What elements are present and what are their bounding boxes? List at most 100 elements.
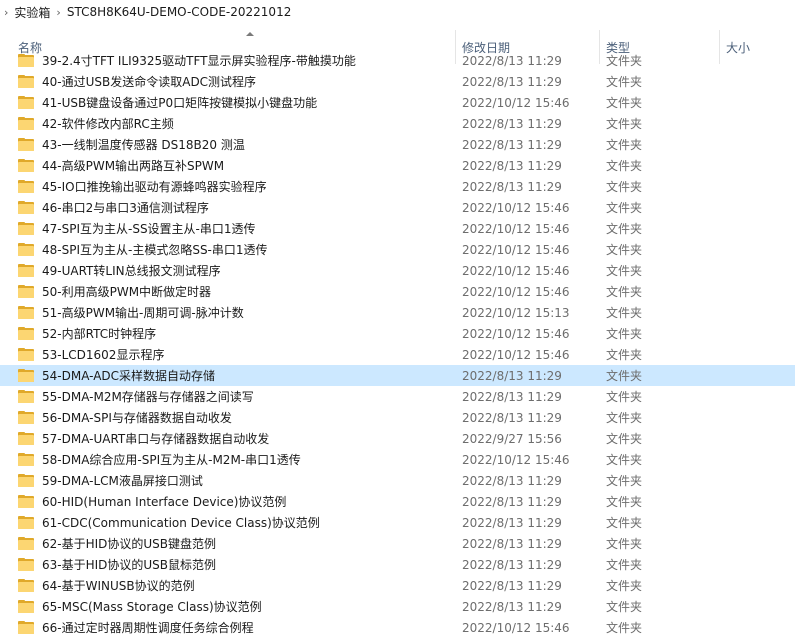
list-item-date: 2022/8/13 11:29: [462, 578, 562, 593]
list-item-name: 51-高级PWM输出-周期可调-脉冲计数: [42, 306, 244, 320]
list-item-date: 2022/8/13 11:29: [462, 389, 562, 404]
list-item-name: 46-串口2与串口3通信测试程序: [42, 201, 209, 215]
list-item-date: 2022/10/12 15:46: [462, 326, 570, 341]
list-item[interactable]: 58-DMA综合应用-SPI互为主从-M2M-串口1透传 2022/10/12 1…: [0, 449, 795, 470]
list-item[interactable]: 50-利用高级PWM中断做定时器 2022/10/12 15:46 文件夹: [0, 281, 795, 302]
list-item-type: 文件夹: [606, 348, 643, 362]
list-item[interactable]: 48-SPI互为主从-主模式忽略SS-串口1透传 2022/10/12 15:46…: [0, 239, 795, 260]
list-item[interactable]: 44-高级PWM输出两路互补SPWM 2022/8/13 11:29 文件夹: [0, 155, 795, 176]
list-item[interactable]: 39-2.4寸TFT ILI9325驱动TFT显示屏实验程序-带触摸功能 2022…: [0, 51, 795, 71]
list-item-name: 65-MSC(Mass Storage Class)协议范例: [42, 600, 262, 614]
folder-icon: [18, 117, 34, 130]
list-item-type: 文件夹: [606, 222, 643, 236]
list-item-type: 文件夹: [606, 201, 643, 215]
folder-icon: [18, 54, 34, 67]
list-item-name-cell: 41-USB键盘设备通过P0口矩阵按键模拟小键盘功能: [16, 92, 456, 113]
list-item-type: 文件夹: [606, 264, 643, 278]
list-item-type: 文件夹: [606, 537, 643, 551]
list-item[interactable]: 56-DMA-SPI与存储器数据自动收发 2022/8/13 11:29 文件夹: [0, 407, 795, 428]
list-item-type: 文件夹: [606, 558, 643, 572]
folder-icon: [18, 159, 34, 172]
list-item[interactable]: 66-通过定时器周期性调度任务综合例程 2022/10/12 15:46 文件夹: [0, 617, 795, 638]
list-item-type: 文件夹: [606, 180, 643, 194]
list-item[interactable]: 63-基于HID协议的USB鼠标范例 2022/8/13 11:29 文件夹: [0, 554, 795, 575]
list-item-name-cell: 55-DMA-M2M存储器与存储器之间读写: [16, 386, 456, 407]
folder-icon: [18, 222, 34, 235]
list-item-date: 2022/10/12 15:46: [462, 284, 570, 299]
list-item-date: 2022/10/12 15:46: [462, 620, 570, 635]
folder-icon: [18, 474, 34, 487]
folder-icon: [18, 327, 34, 340]
list-item-date: 2022/8/13 11:29: [462, 368, 562, 383]
list-item[interactable]: 65-MSC(Mass Storage Class)协议范例 2022/8/13 …: [0, 596, 795, 617]
list-item-name-cell: 54-DMA-ADC采样数据自动存储: [16, 365, 456, 386]
list-item-name-cell: 47-SPI互为主从-SS设置主从-串口1透传: [16, 218, 456, 239]
folder-icon: [18, 75, 34, 88]
breadcrumb: › 实验箱 › STC8H8K64U-DEMO-CODE-20221012: [0, 0, 795, 24]
list-item-name: 40-通过USB发送命令读取ADC测试程序: [42, 75, 257, 89]
list-item-type: 文件夹: [606, 474, 643, 488]
list-item-name-cell: 58-DMA综合应用-SPI互为主从-M2M-串口1透传: [16, 449, 456, 470]
list-item[interactable]: 40-通过USB发送命令读取ADC测试程序 2022/8/13 11:29 文件夹: [0, 71, 795, 92]
list-item-date: 2022/10/12 15:46: [462, 242, 570, 257]
list-item-date: 2022/8/13 11:29: [462, 557, 562, 572]
list-item[interactable]: 45-IO口推挽输出驱动有源蜂鸣器实验程序 2022/8/13 11:29 文件夹: [0, 176, 795, 197]
list-item[interactable]: 49-UART转LIN总线报文测试程序 2022/10/12 15:46 文件夹: [0, 260, 795, 281]
folder-icon: [18, 621, 34, 634]
list-item[interactable]: 54-DMA-ADC采样数据自动存储 2022/8/13 11:29 文件夹: [0, 365, 795, 386]
folder-icon: [18, 369, 34, 382]
folder-icon: [18, 306, 34, 319]
folder-icon: [18, 453, 34, 466]
list-item[interactable]: 43-一线制温度传感器 DS18B20 测温 2022/8/13 11:29 文件夹: [0, 134, 795, 155]
list-item-type: 文件夹: [606, 411, 643, 425]
list-item[interactable]: 64-基于WINUSB协议的范例 2022/8/13 11:29 文件夹: [0, 575, 795, 596]
list-item[interactable]: 59-DMA-LCM液晶屏接口测试 2022/8/13 11:29 文件夹: [0, 470, 795, 491]
list-item[interactable]: 53-LCD1602显示程序 2022/10/12 15:46 文件夹: [0, 344, 795, 365]
list-item-name-cell: 48-SPI互为主从-主模式忽略SS-串口1透传: [16, 239, 456, 260]
chevron-right-icon[interactable]: ›: [4, 6, 8, 19]
list-item-name: 56-DMA-SPI与存储器数据自动收发: [42, 411, 232, 425]
folder-icon: [18, 264, 34, 277]
list-item[interactable]: 52-内部RTC时钟程序 2022/10/12 15:46 文件夹: [0, 323, 795, 344]
list-item-type: 文件夹: [606, 54, 643, 68]
list-item-date: 2022/8/13 11:29: [462, 158, 562, 173]
list-item-name: 52-内部RTC时钟程序: [42, 327, 157, 341]
list-item-name: 42-软件修改内部RC主频: [42, 117, 174, 131]
list-item-date: 2022/8/13 11:29: [462, 410, 562, 425]
list-item[interactable]: 51-高级PWM输出-周期可调-脉冲计数 2022/10/12 15:13 文件夹: [0, 302, 795, 323]
folder-icon: [18, 348, 34, 361]
list-item[interactable]: 57-DMA-UART串口与存储器数据自动收发 2022/9/27 15:56 文件…: [0, 428, 795, 449]
list-item-name: 45-IO口推挽输出驱动有源蜂鸣器实验程序: [42, 180, 267, 194]
chevron-right-icon[interactable]: ›: [56, 6, 60, 19]
list-item-name: 63-基于HID协议的USB鼠标范例: [42, 558, 217, 572]
list-item-type: 文件夹: [606, 75, 643, 89]
list-item[interactable]: 55-DMA-M2M存储器与存储器之间读写 2022/8/13 11:29 文件夹: [0, 386, 795, 407]
list-item[interactable]: 47-SPI互为主从-SS设置主从-串口1透传 2022/10/12 15:46 文…: [0, 218, 795, 239]
list-item-type: 文件夹: [606, 600, 643, 614]
list-item[interactable]: 41-USB键盘设备通过P0口矩阵按键模拟小键盘功能 2022/10/12 15:…: [0, 92, 795, 113]
list-item-name: 60-HID(Human Interface Device)协议范例: [42, 495, 287, 509]
list-item[interactable]: 61-CDC(Communication Device Class)协议范例 20…: [0, 512, 795, 533]
list-item-name-cell: 61-CDC(Communication Device Class)协议范例: [16, 512, 456, 533]
breadcrumb-item-parent[interactable]: 实验箱: [14, 4, 50, 21]
list-item[interactable]: 42-软件修改内部RC主频 2022/8/13 11:29 文件夹: [0, 113, 795, 134]
list-item-name: 49-UART转LIN总线报文测试程序: [42, 264, 221, 278]
list-item-name: 54-DMA-ADC采样数据自动存储: [42, 369, 216, 383]
list-item-name: 62-基于HID协议的USB键盘范例: [42, 537, 217, 551]
list-item-name-cell: 45-IO口推挽输出驱动有源蜂鸣器实验程序: [16, 176, 456, 197]
list-item-name-cell: 64-基于WINUSB协议的范例: [16, 575, 456, 596]
breadcrumb-item-current[interactable]: STC8H8K64U-DEMO-CODE-20221012: [67, 5, 292, 19]
list-item[interactable]: 60-HID(Human Interface Device)协议范例 2022/8…: [0, 491, 795, 512]
list-item-type: 文件夹: [606, 369, 643, 383]
list-item-name-cell: 51-高级PWM输出-周期可调-脉冲计数: [16, 302, 456, 323]
list-item-date: 2022/10/12 15:46: [462, 221, 570, 236]
list-item-date: 2022/8/13 11:29: [462, 515, 562, 530]
folder-icon: [18, 96, 34, 109]
list-item-name-cell: 46-串口2与串口3通信测试程序: [16, 197, 456, 218]
list-item[interactable]: 46-串口2与串口3通信测试程序 2022/10/12 15:46 文件夹: [0, 197, 795, 218]
list-item-name-cell: 49-UART转LIN总线报文测试程序: [16, 260, 456, 281]
list-item[interactable]: 62-基于HID协议的USB键盘范例 2022/8/13 11:29 文件夹: [0, 533, 795, 554]
list-item-name-cell: 50-利用高级PWM中断做定时器: [16, 281, 456, 302]
list-item-name-cell: 62-基于HID协议的USB键盘范例: [16, 533, 456, 554]
list-item-type: 文件夹: [606, 96, 643, 110]
